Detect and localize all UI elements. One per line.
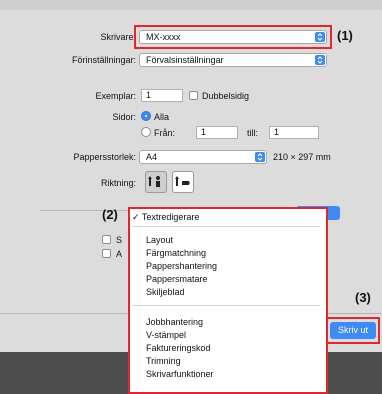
pages-all-label: Alla bbox=[154, 112, 170, 122]
duplex-checkbox[interactable] bbox=[189, 91, 198, 100]
callout-1: (1) bbox=[337, 28, 353, 43]
pages-to-input[interactable]: 1 bbox=[269, 126, 319, 139]
print-dialog: Skrivare: MX-xxxx (1) Förinställningar: … bbox=[0, 0, 382, 394]
landscape-button[interactable] bbox=[172, 171, 194, 193]
pages-from-label: Från: bbox=[154, 128, 176, 138]
portrait-icon bbox=[148, 176, 160, 187]
paper-size-value: A4 bbox=[146, 152, 158, 162]
highlight-printer bbox=[134, 25, 332, 49]
orientation-label: Riktning: bbox=[100, 178, 136, 188]
copies-label: Exemplar: bbox=[95, 91, 136, 101]
dialog-top-strip bbox=[0, 0, 382, 10]
option-checkbox-2[interactable] bbox=[102, 249, 111, 258]
printer-label: Skrivare: bbox=[100, 32, 136, 42]
pages-label: Sidor: bbox=[112, 112, 136, 122]
highlight-print bbox=[326, 317, 380, 344]
presets-select[interactable]: Förvalsinställningar bbox=[139, 53, 327, 67]
pages-from-radio[interactable] bbox=[141, 127, 151, 137]
option-checkbox-1[interactable] bbox=[102, 235, 111, 244]
duplex-label: Dubbelsidig bbox=[202, 91, 250, 101]
callout-2: (2) bbox=[102, 207, 118, 222]
paper-size-dimensions: 210 × 297 mm bbox=[273, 152, 331, 162]
paper-size-select[interactable]: A4 bbox=[139, 150, 267, 164]
chevron-updown-icon bbox=[255, 152, 265, 162]
pages-to-label: till: bbox=[247, 128, 258, 138]
landscape-icon bbox=[175, 176, 190, 186]
option-label-1: S bbox=[116, 235, 123, 245]
portrait-button[interactable] bbox=[145, 171, 167, 193]
chevron-updown-icon bbox=[315, 55, 325, 65]
pages-from-input[interactable]: 1 bbox=[196, 126, 238, 139]
presets-value: Förvalsinställningar bbox=[146, 55, 224, 65]
copies-input[interactable]: 1 bbox=[141, 89, 183, 102]
callout-3: (3) bbox=[355, 290, 371, 305]
option-label-2: A bbox=[116, 249, 123, 259]
highlight-menu bbox=[128, 207, 328, 394]
paper-size-label: Pappersstorlek: bbox=[73, 152, 136, 162]
presets-label: Förinställningar: bbox=[71, 55, 136, 65]
pages-all-radio[interactable] bbox=[141, 111, 151, 121]
